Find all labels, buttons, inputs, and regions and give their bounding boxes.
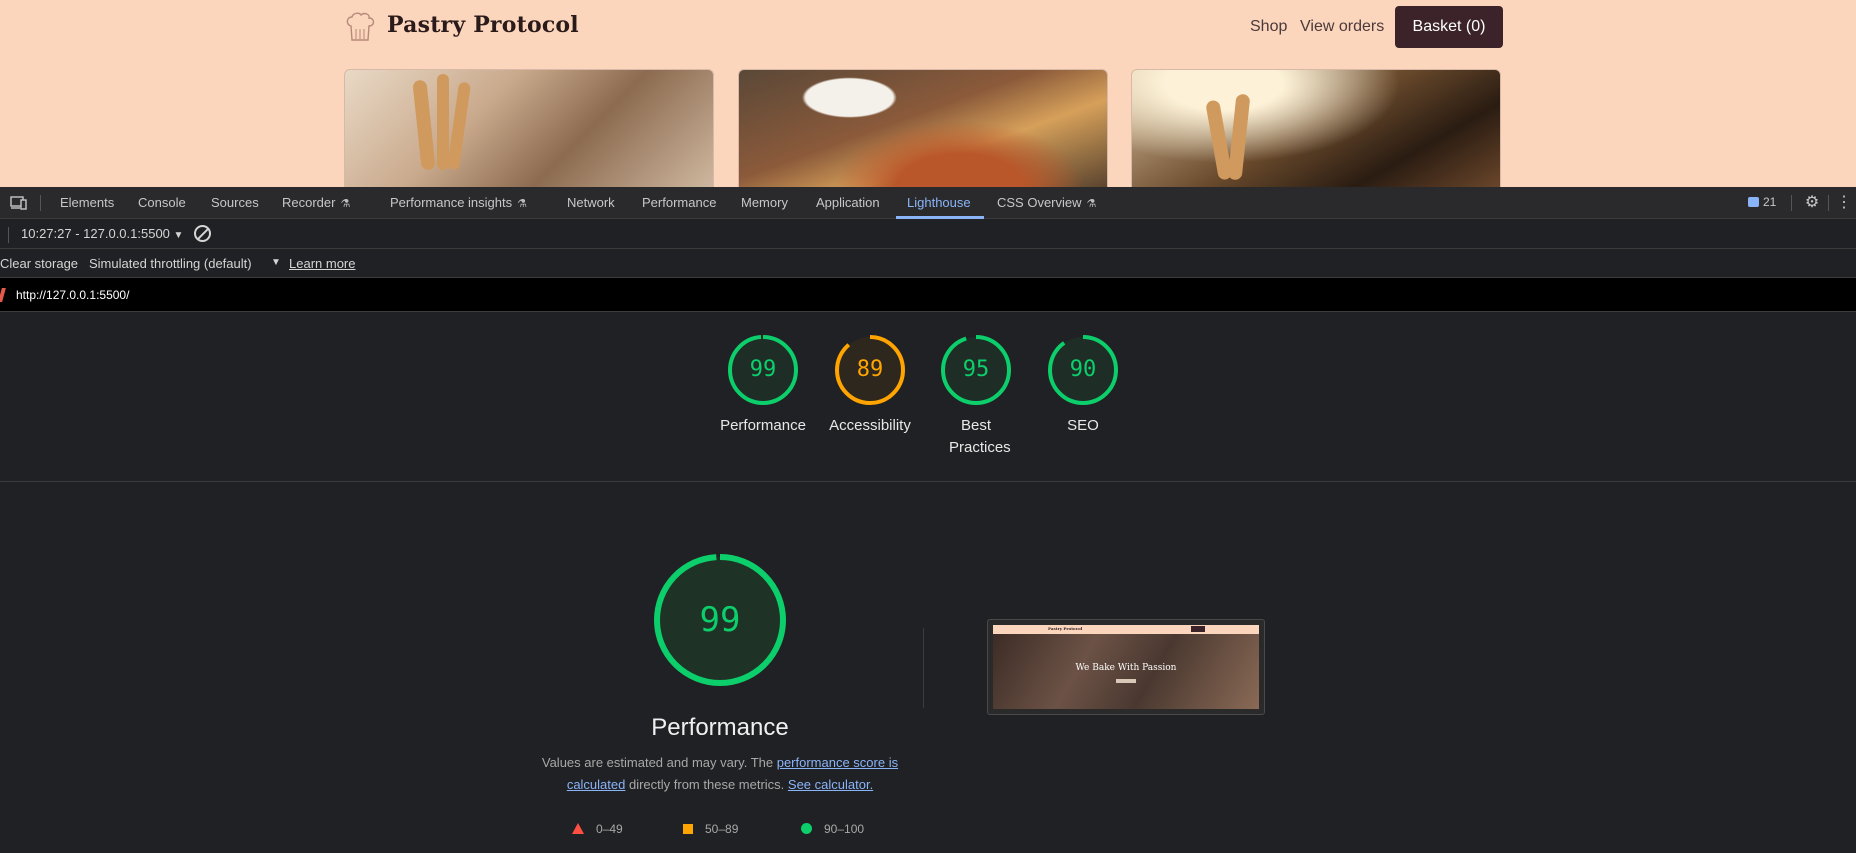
chevron-down-icon[interactable]: ▼: [271, 257, 281, 268]
tab-elements[interactable]: Elements: [60, 187, 114, 219]
chef-hat-logo-icon: [346, 12, 375, 41]
score-gauge-performance[interactable]: 99: [727, 334, 799, 406]
gauge-score: 89: [856, 357, 884, 382]
triangle-icon: [572, 823, 584, 834]
final-screenshot-thumbnail[interactable]: Pastry Protocol We Bake With Passion: [987, 619, 1265, 715]
tab-performance[interactable]: Performance: [642, 187, 716, 219]
tab-memory[interactable]: Memory: [741, 187, 788, 219]
devtools-tab-bar: Elements Console Sources Recorder ⚗ Perfo…: [0, 187, 1856, 219]
screenshot-header: [993, 625, 1259, 634]
score-gauge-seo[interactable]: 90: [1047, 334, 1119, 406]
gauge-score: 95: [962, 357, 990, 382]
circle-icon: [801, 823, 812, 834]
tab-label: Recorder: [282, 195, 336, 210]
tab-application[interactable]: Application: [816, 187, 880, 219]
flask-icon: ⚗: [1086, 198, 1097, 210]
product-card-image[interactable]: [738, 69, 1108, 187]
product-card-image[interactable]: [344, 69, 714, 187]
vertical-divider: [923, 628, 924, 708]
product-card-image[interactable]: [1131, 69, 1501, 187]
gauge-label: Accessibility: [829, 417, 911, 434]
desc-text: directly from these metrics.: [625, 777, 788, 792]
legend-pass: 90–100: [801, 822, 864, 836]
device-toolbar-icon[interactable]: [10, 195, 28, 211]
tab-lighthouse[interactable]: Lighthouse: [907, 187, 971, 219]
lighthouse-flag-icon: [0, 288, 6, 302]
report-url-bar: http://127.0.0.1:5500/: [0, 278, 1856, 312]
devtools-panel: Elements Console Sources Recorder ⚗ Perfo…: [0, 187, 1856, 853]
gauge-label: Performance: [720, 417, 806, 434]
tab-performance-insights[interactable]: Performance insights ⚗: [390, 187, 527, 219]
see-calculator-link[interactable]: See calculator.: [788, 777, 873, 792]
website-viewport: Pastry Protocol Shop View orders Basket …: [0, 0, 1856, 187]
basket-button[interactable]: Basket (0): [1395, 6, 1503, 48]
clear-storage-checkbox-label[interactable]: Clear storage: [0, 256, 78, 271]
tab-sources[interactable]: Sources: [211, 187, 259, 219]
tab-label: CSS Overview: [997, 195, 1082, 210]
desc-text: Values are estimated and may vary. The: [541, 755, 777, 770]
issues-count: 21: [1763, 195, 1777, 209]
gauge-score: 99: [749, 357, 777, 382]
legend-range: 0–49: [596, 822, 623, 836]
settings-gear-icon[interactable]: ⚙: [1803, 195, 1821, 211]
issues-counter[interactable]: 21: [1748, 195, 1776, 209]
gauge-score: 90: [1069, 357, 1097, 382]
site-title[interactable]: Pastry Protocol: [387, 12, 579, 38]
report-selector-value: 10:27:27 - 127.0.0.1:5500: [21, 226, 170, 241]
nav-shop-link[interactable]: Shop: [1250, 18, 1287, 36]
tab-label: Performance insights: [390, 195, 513, 210]
gauge-label: Best Practices: [949, 417, 1011, 456]
legend-fail: 0–49: [572, 822, 623, 836]
screenshot-headline: We Bake With Passion: [1075, 663, 1177, 673]
performance-main-gauge: 99: [653, 553, 787, 687]
legend-average: 50–89: [683, 822, 738, 836]
screenshot-image: Pastry Protocol We Bake With Passion: [993, 625, 1259, 709]
legend-range: 50–89: [705, 822, 739, 836]
score-gauge-accessibility[interactable]: 89: [834, 334, 906, 406]
screenshot-logo: Pastry Protocol: [1048, 626, 1083, 631]
more-options-icon[interactable]: ⋮: [1835, 195, 1853, 211]
performance-heading: Performance: [651, 714, 789, 741]
tab-recorder[interactable]: Recorder ⚗: [282, 187, 350, 219]
gauge-label: SEO: [1067, 417, 1099, 434]
performance-description: Values are estimated and may vary. The p…: [538, 752, 902, 796]
flask-icon: ⚗: [517, 198, 527, 210]
clear-all-icon[interactable]: [194, 225, 211, 242]
throttling-select[interactable]: Simulated throttling (default): [89, 256, 252, 271]
score-gauge-best-practices[interactable]: 95: [940, 334, 1012, 406]
learn-more-link[interactable]: Learn more: [289, 256, 355, 271]
screenshot-cta: [1116, 679, 1136, 683]
legend-range: 90–100: [824, 822, 865, 836]
square-icon: [683, 824, 693, 834]
report-selector[interactable]: 10:27:27 - 127.0.0.1:5500 ▼: [21, 226, 183, 241]
flask-icon: ⚗: [340, 198, 351, 210]
nav-view-orders-link[interactable]: View orders: [1300, 18, 1384, 36]
chevron-down-icon: ▼: [173, 230, 184, 241]
report-url[interactable]: http://127.0.0.1:5500/: [16, 288, 129, 302]
message-icon: [1748, 197, 1759, 207]
lighthouse-settings-toolbar: Clear storage Simulated throttling (defa…: [0, 249, 1856, 278]
tab-network[interactable]: Network: [567, 187, 615, 219]
tab-console[interactable]: Console: [138, 187, 186, 219]
tab-css-overview[interactable]: CSS Overview ⚗: [997, 187, 1096, 219]
section-divider: [0, 481, 1856, 482]
screenshot-button: [1191, 626, 1205, 632]
main-score: 99: [699, 600, 741, 640]
lighthouse-report-toolbar: 10:27:27 - 127.0.0.1:5500 ▼: [0, 219, 1856, 249]
